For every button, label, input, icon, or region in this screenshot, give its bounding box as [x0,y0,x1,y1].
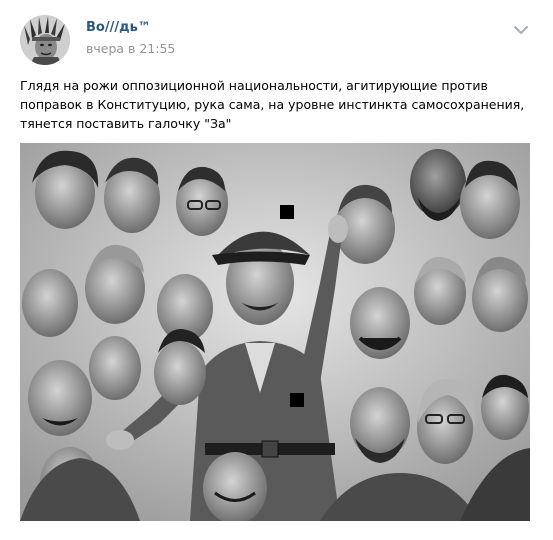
author-avatar[interactable] [20,15,70,65]
caricature-collage-image [20,143,530,521]
wall-post: Во///дь™ вчера в 21:55 Глядя на рожи опп… [0,0,553,540]
post-photo[interactable] [20,143,530,521]
chevron-down-icon [514,26,528,34]
post-menu-button[interactable] [510,22,532,38]
avatar-portrait-icon [20,15,70,65]
author-name-link[interactable]: Во///дь™ [86,20,151,35]
post-text: Глядя на рожи оппозиционной национальнос… [20,78,529,131]
post-date-link[interactable]: вчера в 21:55 [86,41,175,56]
